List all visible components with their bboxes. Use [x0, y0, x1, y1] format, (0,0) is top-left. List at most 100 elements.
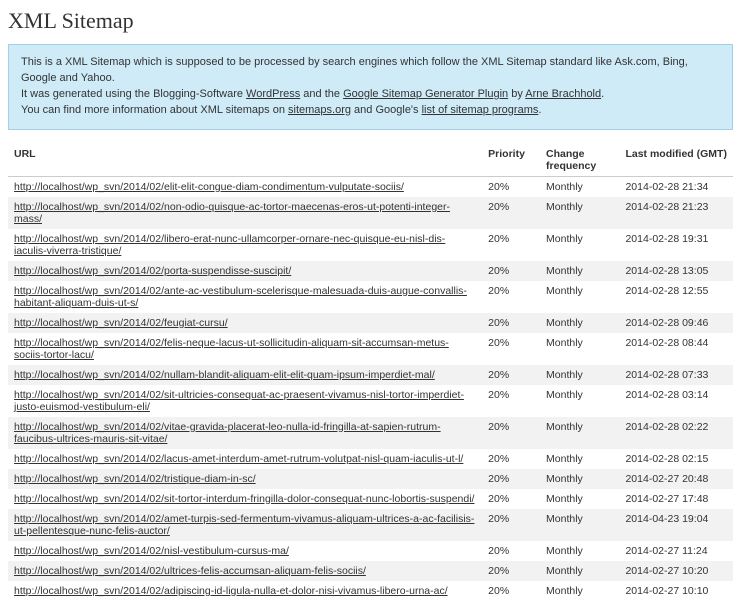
intro-line3-mid: and Google's	[351, 104, 422, 116]
priority-cell: 20%	[482, 176, 540, 197]
priority-cell: 20%	[482, 469, 540, 489]
priority-cell: 20%	[482, 385, 540, 417]
author-link[interactable]: Arne Brachhold	[525, 88, 601, 100]
header-modified: Last modified (GMT)	[619, 144, 733, 177]
header-priority: Priority	[482, 144, 540, 177]
url-link[interactable]: http://localhost/wp_svn/2014/02/sit-ultr…	[14, 389, 464, 413]
change-cell: Monthly	[540, 561, 619, 581]
table-row: http://localhost/wp_svn/2014/02/elit-eli…	[8, 176, 733, 197]
url-link[interactable]: http://localhost/wp_svn/2014/02/tristiqu…	[14, 473, 256, 485]
url-link[interactable]: http://localhost/wp_svn/2014/02/ante-ac-…	[14, 285, 467, 309]
table-row: http://localhost/wp_svn/2014/02/nisl-ves…	[8, 541, 733, 561]
modified-cell: 2014-02-28 21:34	[619, 176, 733, 197]
priority-cell: 20%	[482, 281, 540, 313]
intro-line1: This is a XML Sitemap which is supposed …	[21, 56, 688, 84]
priority-cell: 20%	[482, 261, 540, 281]
change-cell: Monthly	[540, 229, 619, 261]
url-link[interactable]: http://localhost/wp_svn/2014/02/feugiat-…	[14, 317, 228, 329]
modified-cell: 2014-02-28 08:44	[619, 333, 733, 365]
priority-cell: 20%	[482, 197, 540, 229]
table-row: http://localhost/wp_svn/2014/02/felis-ne…	[8, 333, 733, 365]
priority-cell: 20%	[482, 449, 540, 469]
priority-cell: 20%	[482, 541, 540, 561]
change-cell: Monthly	[540, 333, 619, 365]
url-link[interactable]: http://localhost/wp_svn/2014/02/lacus-am…	[14, 453, 463, 465]
table-row: http://localhost/wp_svn/2014/02/adipisci…	[8, 581, 733, 601]
url-link[interactable]: http://localhost/wp_svn/2014/02/sit-tort…	[14, 493, 474, 505]
table-row: http://localhost/wp_svn/2014/02/sit-ultr…	[8, 385, 733, 417]
url-link[interactable]: http://localhost/wp_svn/2014/02/porta-su…	[14, 265, 291, 277]
priority-cell: 20%	[482, 229, 540, 261]
change-cell: Monthly	[540, 469, 619, 489]
change-cell: Monthly	[540, 176, 619, 197]
priority-cell: 20%	[482, 581, 540, 601]
priority-cell: 20%	[482, 489, 540, 509]
table-row: http://localhost/wp_svn/2014/02/ante-ac-…	[8, 281, 733, 313]
table-row: http://localhost/wp_svn/2014/02/non-odio…	[8, 197, 733, 229]
url-link[interactable]: http://localhost/wp_svn/2014/02/ultrices…	[14, 565, 366, 577]
change-cell: Monthly	[540, 261, 619, 281]
modified-cell: 2014-02-28 07:33	[619, 365, 733, 385]
url-link[interactable]: http://localhost/wp_svn/2014/02/adipisci…	[14, 585, 448, 597]
url-link[interactable]: http://localhost/wp_svn/2014/02/nullam-b…	[14, 369, 435, 381]
url-link[interactable]: http://localhost/wp_svn/2014/02/felis-ne…	[14, 337, 449, 361]
modified-cell: 2014-02-28 19:31	[619, 229, 733, 261]
intro-box: This is a XML Sitemap which is supposed …	[8, 44, 733, 130]
intro-line3-prefix: You can find more information about XML …	[21, 104, 288, 116]
priority-cell: 20%	[482, 365, 540, 385]
url-link[interactable]: http://localhost/wp_svn/2014/02/non-odio…	[14, 201, 450, 225]
modified-cell: 2014-04-23 19:04	[619, 509, 733, 541]
modified-cell: 2014-02-27 10:10	[619, 581, 733, 601]
modified-cell: 2014-02-28 21:23	[619, 197, 733, 229]
priority-cell: 20%	[482, 561, 540, 581]
change-cell: Monthly	[540, 281, 619, 313]
plugin-link[interactable]: Google Sitemap Generator Plugin	[343, 88, 508, 100]
change-cell: Monthly	[540, 581, 619, 601]
change-cell: Monthly	[540, 489, 619, 509]
table-row: http://localhost/wp_svn/2014/02/feugiat-…	[8, 313, 733, 333]
table-row: http://localhost/wp_svn/2014/02/amet-tur…	[8, 509, 733, 541]
url-link[interactable]: http://localhost/wp_svn/2014/02/elit-eli…	[14, 181, 404, 193]
modified-cell: 2014-02-27 11:24	[619, 541, 733, 561]
page-title: XML Sitemap	[8, 8, 733, 34]
modified-cell: 2014-02-28 02:22	[619, 417, 733, 449]
intro-line2-mid: and the	[300, 88, 343, 100]
table-row: http://localhost/wp_svn/2014/02/porta-su…	[8, 261, 733, 281]
table-row: http://localhost/wp_svn/2014/02/tristiqu…	[8, 469, 733, 489]
priority-cell: 20%	[482, 509, 540, 541]
change-cell: Monthly	[540, 313, 619, 333]
table-row: http://localhost/wp_svn/2014/02/libero-e…	[8, 229, 733, 261]
intro-line2-prefix: It was generated using the Blogging-Soft…	[21, 88, 246, 100]
table-row: http://localhost/wp_svn/2014/02/ultrices…	[8, 561, 733, 581]
url-link[interactable]: http://localhost/wp_svn/2014/02/libero-e…	[14, 233, 445, 257]
modified-cell: 2014-02-28 09:46	[619, 313, 733, 333]
intro-line2-by: by	[508, 88, 525, 100]
change-cell: Monthly	[540, 541, 619, 561]
programs-link[interactable]: list of sitemap programs	[422, 104, 539, 116]
header-url: URL	[8, 144, 482, 177]
modified-cell: 2014-02-28 12:55	[619, 281, 733, 313]
sitemapsorg-link[interactable]: sitemaps.org	[288, 104, 351, 116]
priority-cell: 20%	[482, 333, 540, 365]
priority-cell: 20%	[482, 313, 540, 333]
modified-cell: 2014-02-28 13:05	[619, 261, 733, 281]
priority-cell: 20%	[482, 417, 540, 449]
change-cell: Monthly	[540, 197, 619, 229]
change-cell: Monthly	[540, 385, 619, 417]
change-cell: Monthly	[540, 449, 619, 469]
header-change: Change frequency	[540, 144, 619, 177]
modified-cell: 2014-02-28 03:14	[619, 385, 733, 417]
table-row: http://localhost/wp_svn/2014/02/sit-tort…	[8, 489, 733, 509]
change-cell: Monthly	[540, 509, 619, 541]
modified-cell: 2014-02-27 17:48	[619, 489, 733, 509]
table-row: http://localhost/wp_svn/2014/02/nullam-b…	[8, 365, 733, 385]
sitemap-table: URL Priority Change frequency Last modif…	[8, 144, 733, 601]
url-link[interactable]: http://localhost/wp_svn/2014/02/nisl-ves…	[14, 545, 289, 557]
change-cell: Monthly	[540, 417, 619, 449]
modified-cell: 2014-02-28 02:15	[619, 449, 733, 469]
url-link[interactable]: http://localhost/wp_svn/2014/02/amet-tur…	[14, 513, 474, 537]
wordpress-link[interactable]: WordPress	[246, 88, 300, 100]
modified-cell: 2014-02-27 10:20	[619, 561, 733, 581]
url-link[interactable]: http://localhost/wp_svn/2014/02/vitae-gr…	[14, 421, 441, 445]
change-cell: Monthly	[540, 365, 619, 385]
